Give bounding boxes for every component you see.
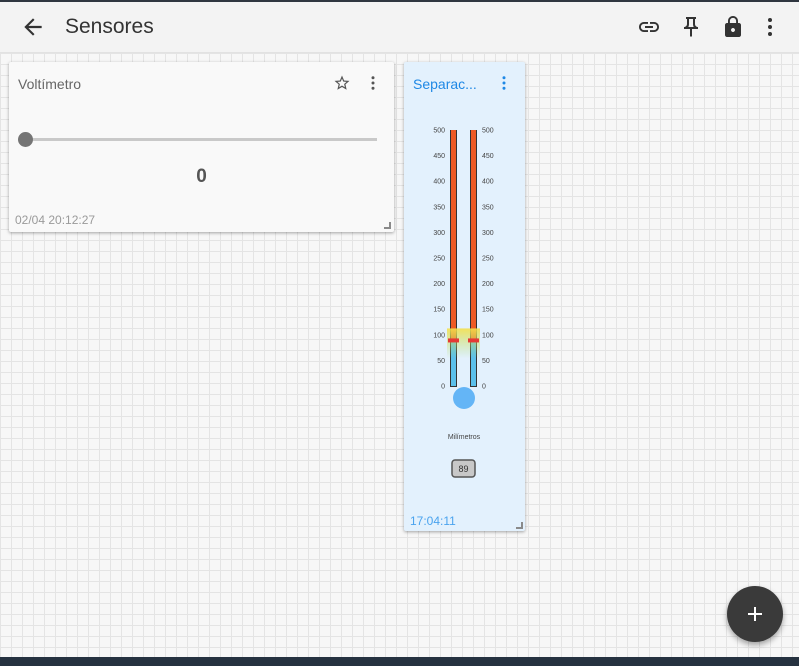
timestamp: 17:04:11 bbox=[410, 514, 456, 528]
resize-handle[interactable] bbox=[384, 222, 391, 229]
tick-label-right: 250 bbox=[482, 256, 494, 263]
separacion-widget: Separac... 500 450 400 350 300 250 200 150 100 50… bbox=[404, 62, 525, 531]
tick-label-right: 0 bbox=[482, 384, 486, 391]
thermometer-bulb bbox=[453, 387, 475, 409]
tick-label-right: 100 bbox=[482, 332, 494, 339]
tick-label-left: 200 bbox=[433, 281, 445, 288]
more-vert-icon[interactable] bbox=[364, 74, 382, 92]
timestamp: 02/04 20:12:27 bbox=[15, 213, 96, 227]
voltimetro-widget: Voltímetro 0 02/04 20:12:27 bbox=[9, 62, 394, 232]
pin-icon[interactable] bbox=[679, 15, 703, 39]
bottom-strip bbox=[0, 657, 799, 666]
tick-label-right: 200 bbox=[482, 281, 494, 288]
level-marker-left bbox=[448, 338, 459, 343]
page-title: Sensores bbox=[65, 15, 154, 38]
level-glow bbox=[447, 328, 480, 359]
lock-icon[interactable] bbox=[721, 15, 745, 39]
tick-label-right: 450 bbox=[482, 153, 494, 160]
add-widget-button[interactable] bbox=[727, 586, 783, 642]
star-icon[interactable] bbox=[333, 74, 351, 92]
thermometer-gauge: 500450400350300250200150100500 500450400… bbox=[433, 128, 494, 478]
tick-label-left: 150 bbox=[433, 307, 445, 314]
widget-title: Voltímetro bbox=[18, 76, 82, 92]
level-marker-right bbox=[468, 338, 479, 343]
value-display: 0 bbox=[196, 166, 207, 187]
value-badge: 89 bbox=[458, 464, 468, 474]
level-fill-high-right bbox=[471, 130, 476, 341]
link-icon[interactable] bbox=[637, 15, 661, 39]
resize-handle[interactable] bbox=[516, 522, 523, 529]
tick-label-right: 500 bbox=[482, 128, 494, 135]
tick-label-left: 0 bbox=[441, 384, 445, 391]
slider-thumb[interactable] bbox=[18, 132, 33, 147]
unit-label: Milímetros bbox=[448, 434, 481, 441]
top-app-bar: Sensores bbox=[0, 0, 799, 53]
tick-label-right: 300 bbox=[482, 230, 494, 237]
plus-icon bbox=[748, 607, 762, 621]
tick-label-left: 350 bbox=[433, 204, 445, 211]
slider-track[interactable] bbox=[27, 138, 377, 141]
tick-label-right: 350 bbox=[482, 204, 494, 211]
arrow-back-icon[interactable] bbox=[20, 14, 46, 40]
tick-label-left: 100 bbox=[433, 332, 445, 339]
more-vert-icon[interactable] bbox=[758, 15, 782, 39]
level-fill-high-left bbox=[451, 130, 456, 341]
tick-label-left: 500 bbox=[433, 128, 445, 135]
tick-label-right: 400 bbox=[482, 179, 494, 186]
tick-label-left: 50 bbox=[437, 358, 445, 365]
tick-label-right: 150 bbox=[482, 307, 494, 314]
tick-label-left: 400 bbox=[433, 179, 445, 186]
tick-label-left: 250 bbox=[433, 256, 445, 263]
tick-label-left: 450 bbox=[433, 153, 445, 160]
tick-label-right: 50 bbox=[482, 358, 490, 365]
tick-label-left: 300 bbox=[433, 230, 445, 237]
